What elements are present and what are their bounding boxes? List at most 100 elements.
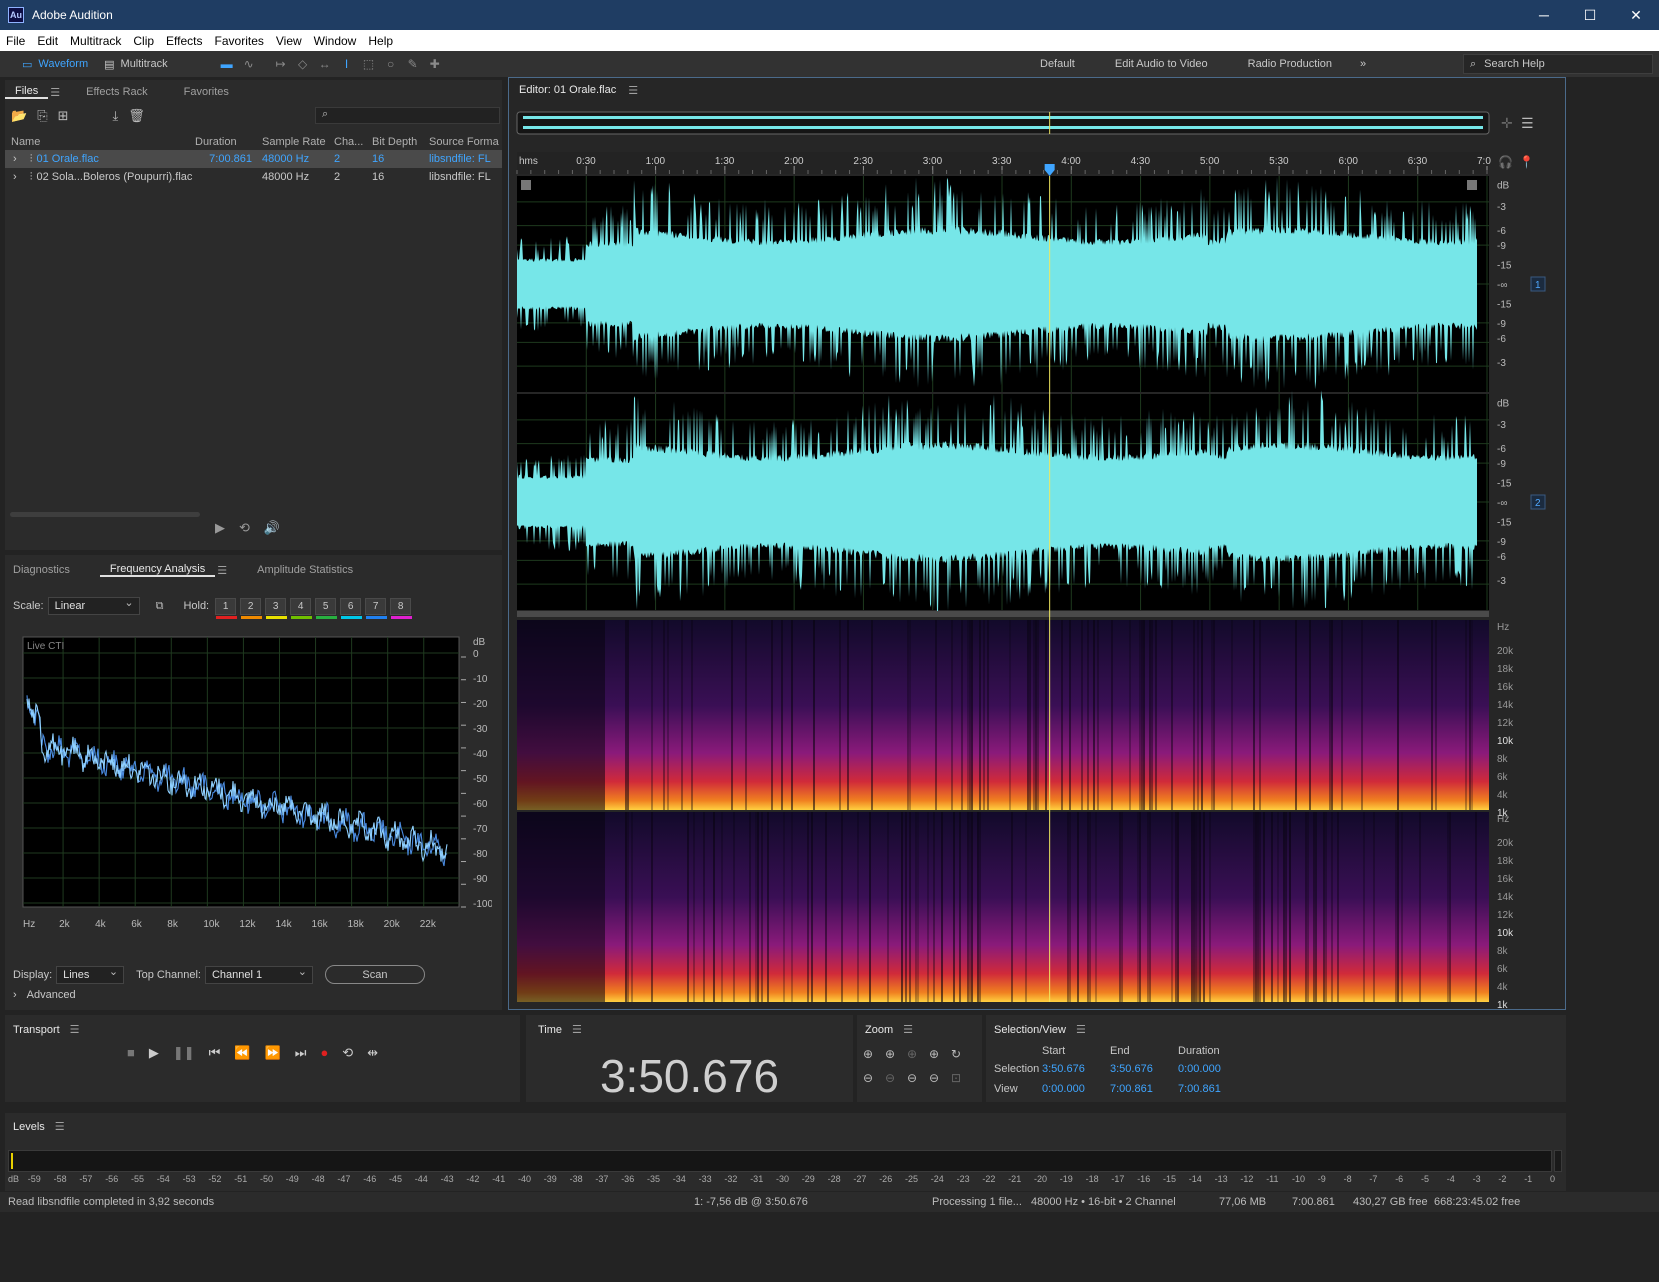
maximize-icon[interactable]: ☐ [1567, 0, 1613, 30]
marquee-tool-icon[interactable]: ⬚ [358, 54, 380, 74]
fade-in-handle-icon[interactable] [521, 180, 531, 190]
delete-icon[interactable]: 🗑 [128, 108, 145, 124]
spectrogram-channel-1[interactable] [517, 620, 1489, 810]
editor-canvas[interactable]: ✛ ☰ hms 0:30 1:00 1:30 2:00 2:30 3:00 3:30 4:00 4:3… [509, 104, 1565, 1010]
spectral-display-icon[interactable]: ▬ [216, 54, 238, 74]
files-menu-icon[interactable]: ☰ [50, 86, 60, 99]
preview-play-icon[interactable]: ▶ [215, 520, 225, 536]
minimize-icon[interactable]: ─ [1521, 0, 1567, 30]
brush-tool-icon[interactable]: ✎ [402, 54, 424, 74]
insert-into-multitrack-icon[interactable]: ⤓ [113, 108, 119, 124]
zoom-selection-icon[interactable]: ⊕ [907, 1047, 929, 1061]
preview-autoplay-icon[interactable]: 🔊 [264, 520, 280, 536]
hold-button-3[interactable]: 3 [265, 597, 288, 619]
file-row[interactable]: › ⫶ 02 Sola...Boleros (Poupurri).flac 480… [5, 168, 502, 186]
time-menu-icon[interactable]: ☰ [572, 1023, 582, 1036]
slip-tool-icon[interactable]: ↔ [314, 54, 336, 74]
pitch-display-icon[interactable]: ∿ [238, 54, 260, 74]
editor-menu-icon[interactable]: ☰ [628, 84, 638, 97]
menu-effects[interactable]: Effects [160, 34, 208, 48]
go-to-start-icon[interactable]: ⏮ [209, 1045, 221, 1061]
capture-icon[interactable]: ⧉ [156, 600, 164, 613]
hold-button-2[interactable]: 2 [240, 597, 263, 619]
selection-duration[interactable]: 0:00.000 [1178, 1063, 1246, 1075]
selection-start[interactable]: 3:50.676 [1042, 1063, 1110, 1075]
files-scrollbar[interactable] [10, 512, 200, 517]
scan-button[interactable]: Scan [324, 965, 425, 984]
zoom-out-amplitude-icon[interactable]: ⊖ [863, 1071, 885, 1085]
hold-button-7[interactable]: 7 [365, 597, 388, 619]
preview-loop-icon[interactable]: ⟲ [239, 520, 250, 536]
menu-help[interactable]: Help [362, 34, 399, 48]
navigator-pin-icon[interactable]: ✛ [1501, 115, 1513, 131]
marker-pin-icon[interactable]: 📍 [1519, 155, 1534, 169]
go-to-end-icon[interactable]: ⏭ [295, 1045, 307, 1061]
overview-bar[interactable] [516, 111, 1490, 135]
zoom-reset-icon[interactable]: ↻ [951, 1047, 973, 1061]
skip-selection-icon[interactable]: ⇹ [367, 1045, 378, 1061]
rewind-icon[interactable]: ⏪ [234, 1045, 250, 1061]
menu-edit[interactable]: Edit [31, 34, 64, 48]
spot-healing-tool-icon[interactable]: ✚ [424, 54, 446, 74]
freq-menu-icon[interactable]: ☰ [217, 564, 227, 577]
tab-frequency-analysis[interactable]: Frequency Analysis [99, 563, 216, 577]
tab-favorites[interactable]: Favorites [174, 86, 239, 98]
tab-amplitude-statistics[interactable]: Amplitude Statistics [247, 564, 363, 576]
selection-end[interactable]: 3:50.676 [1110, 1063, 1178, 1075]
monitor-headphones-icon[interactable]: 🎧 [1498, 155, 1513, 169]
multitrack-mode-button[interactable]: ▤ Multitrack [96, 54, 175, 74]
display-select[interactable]: Lines [56, 965, 125, 984]
view-duration[interactable]: 7:00.861 [1178, 1083, 1246, 1095]
transport-menu-icon[interactable]: ☰ [70, 1023, 80, 1036]
levels-menu-icon[interactable]: ☰ [55, 1120, 65, 1133]
menu-favorites[interactable]: Favorites [209, 34, 270, 48]
menu-multitrack[interactable]: Multitrack [64, 34, 127, 48]
close-icon[interactable]: ✕ [1613, 0, 1659, 30]
import-file-icon[interactable]: ⎘ [37, 108, 47, 124]
files-search-input[interactable]: ⌕ [315, 107, 500, 124]
zoom-out-time-icon[interactable]: ⊖ [885, 1071, 907, 1085]
expand-chevron-icon[interactable]: › [13, 153, 17, 165]
playhead-handle[interactable] [1044, 164, 1055, 176]
waveform-mode-button[interactable]: ▭ Waveform [14, 54, 96, 74]
spectral-divider-handle[interactable] [517, 611, 1489, 617]
zoom-menu-icon[interactable]: ☰ [903, 1023, 913, 1036]
lasso-tool-icon[interactable]: ○ [380, 54, 402, 74]
time-selection-tool-icon[interactable]: I [336, 54, 358, 74]
display-options-icon[interactable]: ☰ [1521, 115, 1534, 131]
loop-icon[interactable]: ⟲ [342, 1045, 353, 1061]
workspace-radio-production[interactable]: Radio Production [1228, 58, 1352, 70]
tab-effects-rack[interactable]: Effects Rack [76, 86, 158, 98]
workspace-overflow-icon[interactable]: » [1352, 58, 1374, 70]
menu-window[interactable]: Window [308, 34, 363, 48]
file-row[interactable]: › ⫶ 01 Orale.flac 7:00.861 48000 Hz 2 16 … [5, 150, 502, 168]
clip-indicator[interactable] [1554, 1150, 1562, 1172]
zoom-in-at-end-icon[interactable]: ⊖ [929, 1071, 951, 1085]
hold-button-8[interactable]: 8 [390, 597, 413, 619]
zoom-out-full-icon[interactable]: ⊖ [907, 1071, 929, 1085]
top-channel-select[interactable]: Channel 1 [204, 965, 313, 984]
menu-file[interactable]: File [0, 34, 31, 48]
open-file-icon[interactable]: 📂 [11, 108, 27, 124]
channel-badge[interactable]: 1 [1530, 276, 1546, 292]
pause-icon[interactable]: ❚❚ [173, 1045, 195, 1061]
view-end[interactable]: 7:00.861 [1110, 1083, 1178, 1095]
selection-view-menu-icon[interactable]: ☰ [1076, 1023, 1086, 1036]
menu-clip[interactable]: Clip [127, 34, 160, 48]
stop-icon[interactable]: ■ [127, 1045, 135, 1061]
tab-diagnostics[interactable]: Diagnostics [5, 564, 80, 576]
expand-chevron-icon[interactable]: › [13, 171, 17, 183]
advanced-chevron-icon[interactable]: › [13, 989, 17, 1001]
zoom-in-at-start-icon[interactable]: ⊕ [929, 1047, 951, 1061]
hold-button-5[interactable]: 5 [315, 597, 338, 619]
razor-tool-icon[interactable]: ◇ [292, 54, 314, 74]
tab-files[interactable]: Files [5, 85, 49, 99]
zoom-fit-icon[interactable]: ⊡ [951, 1071, 973, 1085]
spectrogram-channel-2[interactable] [517, 812, 1489, 1002]
search-help-field[interactable]: ⌕ Search Help [1463, 54, 1653, 74]
record-icon[interactable]: ● [320, 1045, 328, 1061]
hold-button-4[interactable]: 4 [290, 597, 313, 619]
move-tool-icon[interactable]: ↦ [270, 54, 292, 74]
advanced-label[interactable]: Advanced [27, 989, 76, 1001]
workspace-edit-audio-to-video[interactable]: Edit Audio to Video [1095, 58, 1228, 70]
